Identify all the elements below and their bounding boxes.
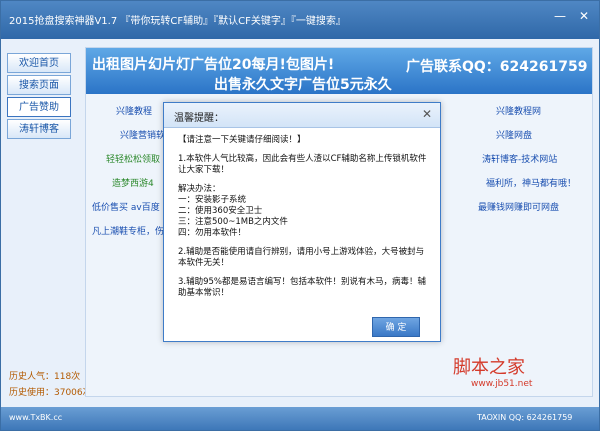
dialog-title: 温馨提醒： — [174, 113, 224, 124]
watermark-url: www.jb51.net — [471, 379, 533, 389]
ad-link[interactable]: 造梦西游4 — [112, 176, 154, 189]
dialog-line: 3.辅助95%都是易语言编写！包括本软件！别说有木马，病毒！辅助基本常识！ — [178, 277, 427, 298]
ad-link[interactable]: 凡上潮鞋专柜，伤 — [92, 224, 164, 237]
dialog-line: 解决办法： — [178, 184, 221, 194]
ad-link[interactable]: 兴隆营销软 — [120, 128, 165, 141]
ad-link[interactable]: 兴隆教程网 — [496, 104, 541, 117]
ad-link[interactable]: 低价售买 av百度 — [92, 200, 160, 213]
dialog-line: 【请注意一下关键请仔细阅读！】 — [178, 135, 306, 145]
minimize-button[interactable]: — — [549, 7, 571, 25]
dialog-line: 1.本软件人气比较高，因此会有些人渣以CF辅助名称上传锁机软件让大家下载！ — [178, 154, 427, 175]
dialog-line: 四：勿用本软件！ — [178, 228, 247, 238]
dialog-close-button[interactable]: ✕ — [420, 107, 434, 121]
title-bar: 2015抢盘搜索神器V1.7 『带你玩转CF辅助』『默认CF关键字』『一键搜索』… — [1, 1, 599, 39]
ad-banner[interactable]: 出租图片幻片灯广告位20每月!包图片! 出售永久文字广告位5元永久 广告联系QQ… — [86, 48, 592, 94]
status-contact: TAOXIN QQ: 624261759 — [477, 413, 573, 422]
dialog-line: 三：注意500~1MB之内文件 — [178, 217, 288, 227]
ad-link[interactable]: 兴隆教程 — [116, 104, 152, 117]
main-window: 2015抢盘搜索神器V1.7 『带你玩转CF辅助』『默认CF关键字』『一键搜索』… — [0, 0, 600, 431]
ok-button[interactable]: 确 定 — [372, 317, 420, 337]
reminder-dialog: 温馨提醒： ✕ 【请注意一下关键请仔细阅读！】 1.本软件人气比较高，因此会有些… — [163, 102, 441, 342]
status-site: www.TxBK.cc — [9, 413, 63, 422]
sidebar: 欢迎首页 搜索页面 广告赞助 涛轩博客 历史人气：118次 历史使用：37006… — [3, 47, 92, 398]
dialog-header: 温馨提醒： ✕ — [164, 103, 440, 128]
watermark-logo: 脚本之家 — [453, 357, 525, 378]
status-bar: www.TxBK.cc TAOXIN QQ: 624261759 — [1, 407, 599, 430]
history-usage: 历史使用：37006次 — [9, 388, 92, 398]
ad-link[interactable]: 涛轩博客-技术网站 — [482, 152, 557, 165]
window-title: 2015抢盘搜索神器V1.7 『带你玩转CF辅助』『默认CF关键字』『一键搜索』 — [9, 16, 346, 27]
ad-link[interactable]: 最赚钱网赚即可网盘 — [478, 200, 559, 213]
sidebar-item-search[interactable]: 搜索页面 — [7, 75, 71, 95]
history-popularity: 历史人气：118次 — [9, 372, 81, 382]
dialog-line: 2.辅助是否能使用请自行辨别，请用小号上游戏体验，大号被封与本软件无关！ — [178, 247, 425, 268]
banner-line-2: 出售永久文字广告位5元永久 — [214, 77, 392, 93]
dialog-message: 【请注意一下关键请仔细阅读！】 1.本软件人气比较高，因此会有些人渣以CF辅助名… — [178, 135, 432, 299]
sidebar-item-ads[interactable]: 广告赞助 — [7, 97, 71, 117]
close-button[interactable]: ✕ — [573, 7, 595, 25]
ad-link[interactable]: 兴隆网盘 — [496, 128, 532, 141]
ad-link[interactable]: 轻轻松松领取 — [106, 152, 160, 165]
ad-link[interactable]: 福利所，神马都有哦！ — [486, 176, 576, 189]
dialog-line: 二：使用360安全卫士 — [178, 206, 263, 216]
sidebar-item-blog[interactable]: 涛轩博客 — [7, 119, 71, 139]
dialog-line: 一：安装影子系统 — [178, 195, 247, 205]
sidebar-item-home[interactable]: 欢迎首页 — [7, 53, 71, 73]
banner-line-1: 出租图片幻片灯广告位20每月!包图片! — [92, 57, 335, 73]
banner-contact: 广告联系QQ：624261759 — [406, 59, 588, 75]
